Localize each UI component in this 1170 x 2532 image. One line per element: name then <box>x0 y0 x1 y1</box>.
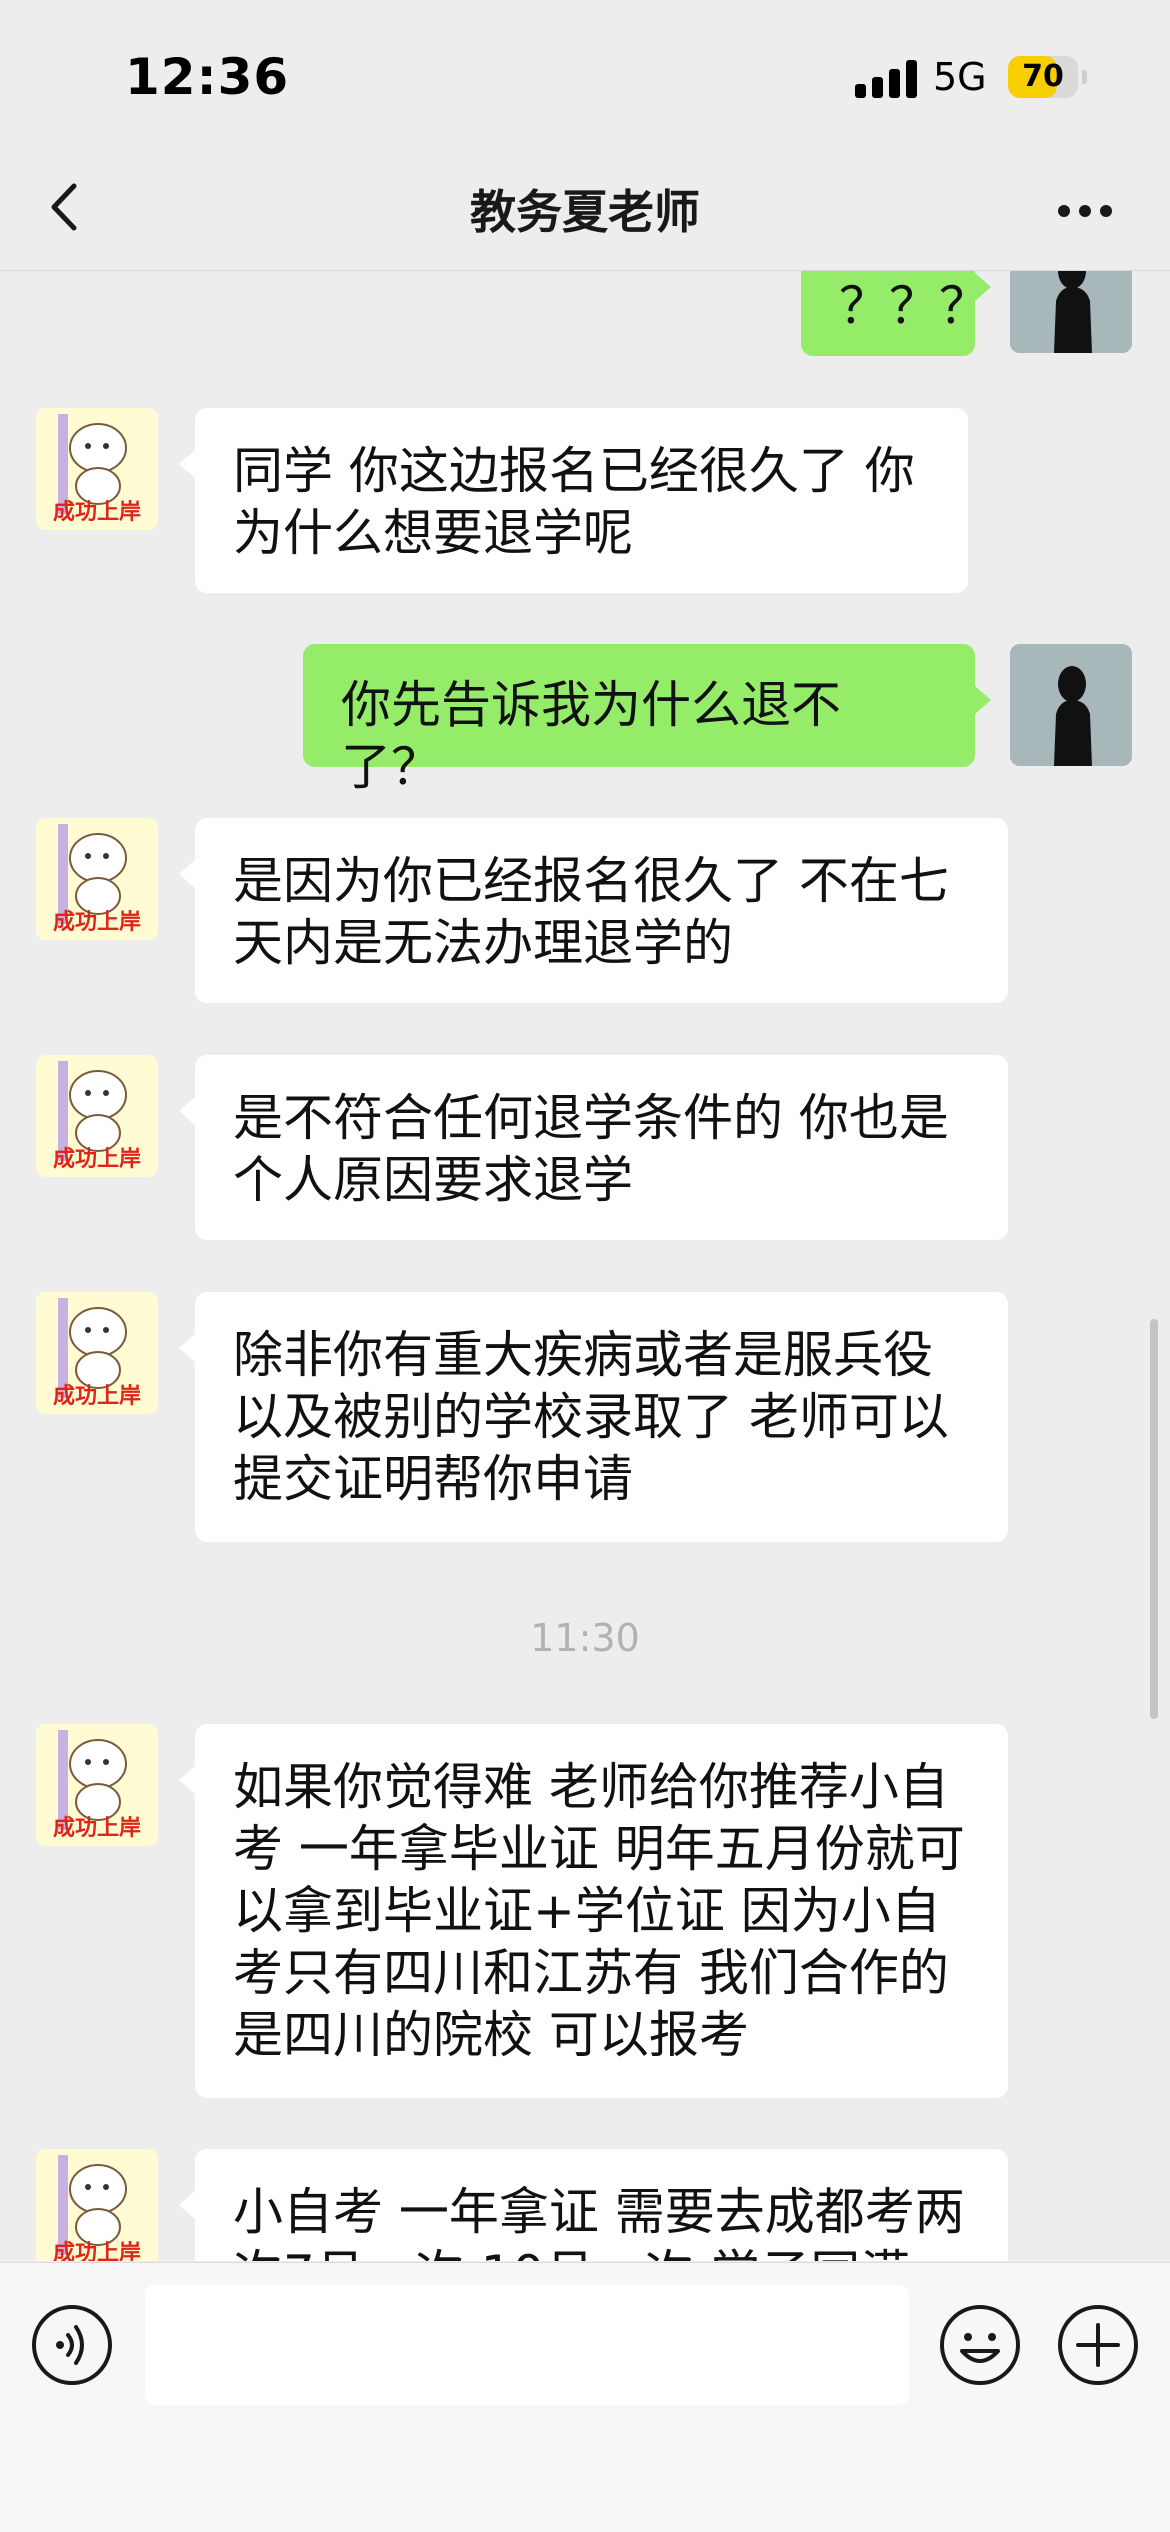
smiley-icon[interactable] <box>938 2303 1022 2387</box>
message-bubble-incoming[interactable]: 是因为你已经报名很久了 不在七天内是无法办理退学的 <box>179 818 1008 1003</box>
message-input[interactable] <box>145 2285 909 2405</box>
chat-screen: 12:36 5G 70 教务夏老师 ？？？ 成功上岸 同学 你这边报名已经很久了… <box>0 0 1170 2532</box>
message-bubble-outgoing[interactable]: ？？？ <box>801 271 991 356</box>
message-list[interactable]: ？？？ 成功上岸 同学 你这边报名已经很久了 你为什么想要退学呢 你先告诉我为什… <box>0 271 1170 2261</box>
input-bar <box>0 2262 1170 2532</box>
page-title: 教务夏老师 <box>470 185 700 239</box>
message-bubble-incoming[interactable]: 小自考 一年拿证 需要去成都考两次7月一次 10月一次 学子同满 <box>179 2149 1008 2261</box>
my-avatar[interactable] <box>1010 644 1132 766</box>
signal-bars-icon <box>855 60 917 98</box>
avatar-caption: 成功上岸 <box>52 2241 141 2261</box>
teacher-avatar[interactable]: 成功上岸 <box>36 1724 158 1846</box>
battery-level: 70 <box>1022 59 1064 94</box>
avatar-caption: 成功上岸 <box>52 500 141 525</box>
battery-icon: 70 <box>1008 56 1088 98</box>
teacher-avatar[interactable]: 成功上岸 <box>36 2149 158 2261</box>
message-bubble-incoming[interactable]: 同学 你这边报名已经很久了 你为什么想要退学呢 <box>179 408 968 593</box>
message-bubble-outgoing[interactable]: 你先告诉我为什么退不了？ <box>303 644 991 796</box>
plus-circle-icon[interactable] <box>1056 2303 1140 2387</box>
scrollbar[interactable] <box>1150 1319 1158 1719</box>
my-avatar[interactable] <box>1010 271 1132 353</box>
avatar-caption: 成功上岸 <box>52 910 141 935</box>
time-separator: 11:30 <box>530 1616 640 1660</box>
voice-icon[interactable] <box>30 2303 114 2387</box>
status-time: 12:36 <box>125 48 290 106</box>
teacher-avatar[interactable]: 成功上岸 <box>36 818 158 940</box>
more-dots-icon[interactable] <box>1050 185 1120 235</box>
avatar-caption: 成功上岸 <box>52 1147 141 1172</box>
status-bar: 12:36 5G 70 <box>0 0 1170 150</box>
message-bubble-incoming[interactable]: 是不符合任何退学条件的 你也是个人原因要求退学 <box>179 1055 1008 1240</box>
teacher-avatar[interactable]: 成功上岸 <box>36 1055 158 1177</box>
avatar-caption: 成功上岸 <box>52 1384 141 1409</box>
teacher-avatar[interactable]: 成功上岸 <box>36 408 158 530</box>
teacher-avatar[interactable]: 成功上岸 <box>36 1292 158 1414</box>
nav-bar: 教务夏老师 <box>0 150 1170 271</box>
message-bubble-incoming[interactable]: 如果你觉得难 老师给你推荐小自考 一年拿毕业证 明年五月份就可以拿到毕业证+学位… <box>179 1724 1008 2098</box>
network-type: 5G <box>933 55 987 99</box>
message-bubble-incoming[interactable]: 除非你有重大疾病或者是服兵役以及被别的学校录取了 老师可以提交证明帮你申请 <box>179 1292 1008 1542</box>
avatar-caption: 成功上岸 <box>52 1816 141 1841</box>
